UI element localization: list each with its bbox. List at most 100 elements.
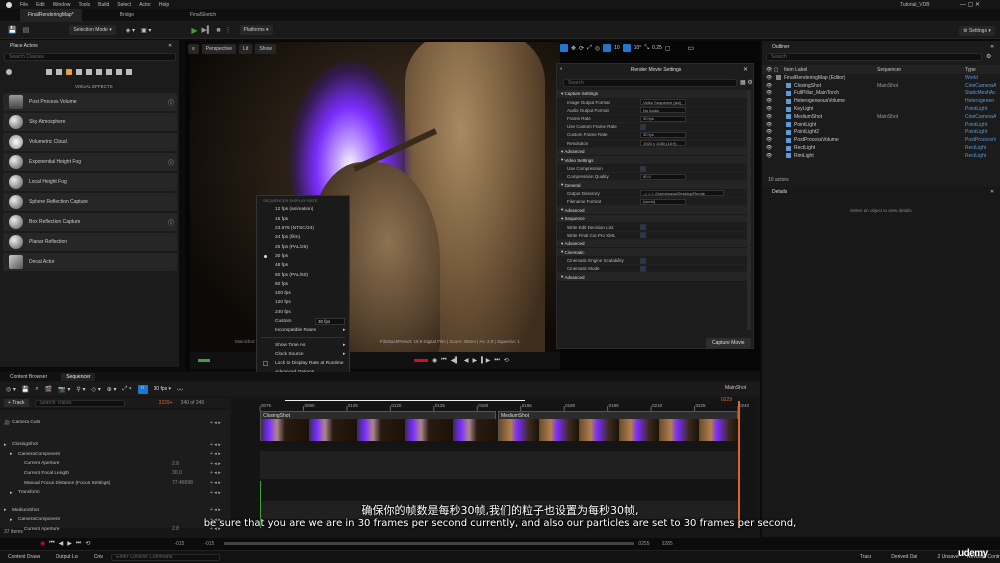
menu-actor[interactable]: Actor <box>139 2 151 8</box>
custom-fps-input[interactable]: 30 fps <box>315 317 345 325</box>
unreal-logo-icon[interactable] <box>6 1 12 8</box>
actor-item-local-height-fog[interactable]: Local Height Fog <box>3 173 177 191</box>
setting-checkbox[interactable] <box>640 123 646 130</box>
fps-option[interactable]: 100 fps <box>257 289 349 298</box>
record-icon[interactable]: ◉ <box>432 357 437 364</box>
settings-scrollbar[interactable] <box>747 90 751 330</box>
track-value[interactable]: 2.8 <box>172 461 179 467</box>
menu-tools[interactable]: Tools <box>78 2 90 8</box>
fps-option[interactable]: 30 fps <box>257 252 349 261</box>
jump-start-icon[interactable]: ⏮ <box>441 357 446 364</box>
jump-start-icon[interactable]: ⏮ <box>49 540 54 547</box>
scale-icon[interactable]: ⤢ <box>587 45 592 52</box>
visibility-icon[interactable]: 👁 <box>766 122 772 128</box>
viewport-options-button[interactable]: ≡ <box>188 44 199 54</box>
visibility-icon[interactable]: 👁 <box>766 83 772 89</box>
timeline-ruler[interactable]: 0075 0090 0105 0120 0135 0150 0165 0180 0195 0210… <box>232 401 757 411</box>
outliner-row[interactable]: 👁 RimLight RectLight <box>762 152 1000 160</box>
visibility-icon[interactable]: 👁 <box>766 114 772 120</box>
clip-closing-shot[interactable]: ClosingShot <box>260 411 497 441</box>
view-start-time[interactable]: -015 <box>174 541 184 547</box>
close-icon[interactable]: ✕ <box>743 66 748 73</box>
settings-section[interactable]: ▾ Advanced <box>557 206 747 215</box>
lit-button[interactable]: Lit <box>239 44 253 54</box>
fps-option[interactable]: 25 fps (PAL/25) <box>257 242 349 251</box>
menu-file[interactable]: File <box>20 2 28 8</box>
setting-checkbox[interactable] <box>640 232 646 239</box>
track-search-input[interactable]: Search Tracks <box>34 399 125 407</box>
step-back-icon[interactable]: ◀▍ <box>451 357 460 364</box>
setting-checkbox[interactable] <box>640 224 646 231</box>
visibility-icon[interactable]: 👁 <box>766 98 772 104</box>
maximize-icon[interactable]: ▢ <box>665 45 671 52</box>
track-expand-icon[interactable]: ▸ <box>10 490 18 496</box>
play-icon[interactable]: ▶ <box>191 26 197 35</box>
menu-build[interactable]: Build <box>98 2 109 8</box>
fps-option[interactable]: 240 fps <box>257 308 349 317</box>
setting-value[interactable]: No Audio <box>640 107 686 114</box>
tab-final-rendering-map[interactable]: FinalRenderingMap* <box>20 8 82 22</box>
add-key-icon[interactable]: + ◂ ▸ <box>210 442 221 448</box>
shape-category-icon[interactable] <box>46 69 52 75</box>
menu-window[interactable]: Window <box>53 2 71 8</box>
fps-option[interactable]: 24 fps (film) <box>257 233 349 242</box>
working-end-time[interactable]: 0255 <box>638 541 649 547</box>
all-classes-category-icon[interactable] <box>96 69 102 75</box>
view-options-icon[interactable]: ▦ ⚙ <box>740 79 753 86</box>
play-forward-icon[interactable]: ▶ <box>473 357 478 364</box>
viewport-scene[interactable] <box>190 42 560 352</box>
sequencer-track[interactable]: ▸ Transform + ◂ ▸ <box>0 488 230 497</box>
cinematic-category-icon[interactable] <box>56 69 62 75</box>
magnet-snap-icon[interactable]: ∩ <box>137 384 148 394</box>
actor-item-box-reflection-capture[interactable]: Box Reflection Capture ⓘ <box>3 213 177 231</box>
cmd-button[interactable]: Cmd <box>94 554 104 560</box>
lock-display-checkbox[interactable] <box>263 361 268 367</box>
clip-medium-shot[interactable]: MediumShot <box>498 411 739 441</box>
setting-checkbox[interactable] <box>640 265 646 272</box>
visual-effects-category-icon[interactable] <box>66 69 72 75</box>
playback-range-bar[interactable] <box>414 359 428 362</box>
fps-option[interactable]: 15 fps <box>257 215 349 224</box>
fps-option[interactable]: 23.976 (NTSC/24) <box>257 224 349 233</box>
snap-icon[interactable]: ⊕ ▾ <box>107 386 117 393</box>
loop-icon[interactable]: ⟲ <box>85 540 90 547</box>
actor-item-planar-reflection[interactable]: Planar Reflection <box>3 233 177 251</box>
sequencer-track[interactable]: Current Focal Length 30.0 + ◂ ▸ <box>0 469 230 478</box>
transform-icon[interactable]: ⤢ ▾ <box>123 386 132 393</box>
visibility-column-icon[interactable]: 👁 ▢ <box>766 67 778 73</box>
grid-snap-icon[interactable] <box>603 44 612 52</box>
add-key-icon[interactable]: + ◂ ▸ <box>210 490 221 496</box>
settings-button[interactable]: ⚙ Settings ▾ <box>959 26 995 36</box>
visibility-icon[interactable]: 👁 <box>766 145 772 151</box>
grid-size-value[interactable]: 10 <box>614 45 620 51</box>
outliner-settings-icon[interactable]: ⚙ <box>986 53 991 60</box>
add-key-icon[interactable]: + ◂ ▸ <box>210 420 221 426</box>
settings-section[interactable]: ▾ Advanced <box>557 147 747 157</box>
auto-key-icon[interactable]: ◇ ▾ <box>92 386 101 393</box>
info-icon[interactable]: ⓘ <box>168 158 174 167</box>
incompatible-rates-item[interactable]: Incompatible Rates ▸ <box>257 326 349 335</box>
outliner-row[interactable]: 👁 FinalRenderingMap (Editor) World <box>762 74 1000 82</box>
settings-section[interactable]: ▾ Advanced <box>557 273 747 282</box>
derived-data-button[interactable]: Derived Data <box>891 554 917 560</box>
outliner-row[interactable]: 👁 KeyLight PointLight <box>762 105 1000 113</box>
move-icon[interactable]: ✥ <box>571 45 576 52</box>
visibility-icon[interactable]: 👁 <box>766 90 772 96</box>
outliner-row[interactable]: 👁 HeterogeneousVolume Heterogeneo <box>762 97 1000 105</box>
close-icon[interactable]: ✕ <box>990 189 994 195</box>
step-forward-icon[interactable]: ▍▶ <box>481 357 490 364</box>
key-icon[interactable]: ⚲ ▾ <box>76 386 85 393</box>
blueprint-icon[interactable]: ◈ ▾ <box>126 27 135 34</box>
platforms-button[interactable]: Platforms ▾ <box>239 25 273 35</box>
visibility-icon[interactable]: 👁 <box>766 153 772 159</box>
info-icon[interactable]: ⓘ <box>168 218 174 227</box>
extra-category-icon[interactable] <box>116 69 122 75</box>
custom-fps-item[interactable]: Custom 30 fps <box>257 317 349 326</box>
setting-value[interactable]: 80.0 <box>640 173 686 180</box>
actor-item-post-process-volume[interactable]: Post Process Volume ⓘ <box>3 93 177 111</box>
geometry-category-icon[interactable] <box>76 69 82 75</box>
settings-section[interactable]: ▾ Cinematic <box>557 248 747 257</box>
add-track-button[interactable]: + Track <box>4 399 29 407</box>
scale-snap-icon[interactable]: ⤡ <box>644 45 649 52</box>
stop-icon[interactable]: ■ <box>216 27 220 34</box>
